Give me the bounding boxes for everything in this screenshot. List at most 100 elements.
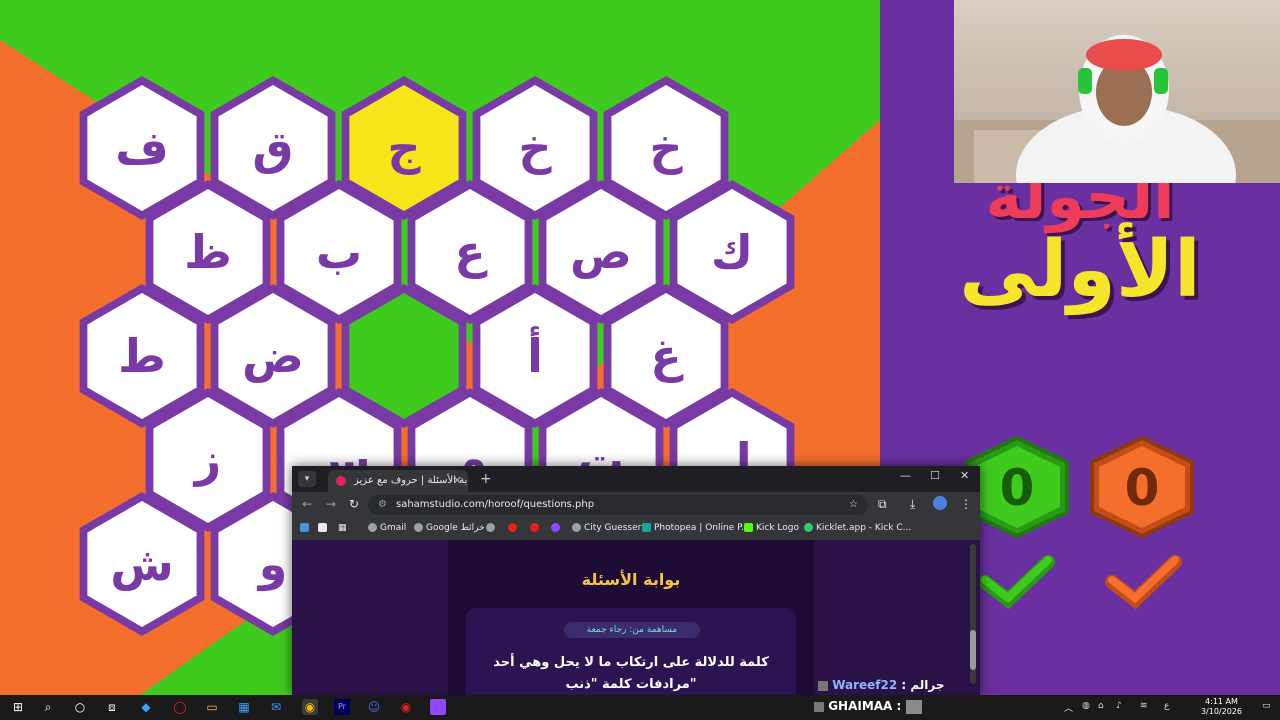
wifi-icon[interactable]: ≋ <box>1140 701 1148 711</box>
tab-title: بوابة الأسئلة | حروف مع عزيز <box>354 475 468 486</box>
mail-icon[interactable]: ✉ <box>268 699 284 715</box>
back-icon[interactable]: ← <box>302 497 312 511</box>
notifications-icon[interactable]: ▭ <box>1262 701 1271 711</box>
hex-letter: ع <box>454 225 488 279</box>
question-text: كلمة للدلالة على ارتكاب ما لا يحل وهي أح… <box>476 652 786 695</box>
hex-letter: ب <box>316 225 362 279</box>
chat-badge-icon <box>814 701 824 712</box>
apps-icon[interactable]: ▦ <box>338 523 347 533</box>
chat-line-1: Wareef22 : جرالم <box>818 678 945 692</box>
hex-letter: ج <box>387 121 421 175</box>
clock-date: 3/10/2026 <box>1200 707 1242 716</box>
chrome-icon[interactable]: ◉ <box>302 699 318 715</box>
search-icon[interactable]: ⌕ <box>40 699 56 715</box>
hex-letter: و <box>257 537 288 591</box>
hex-letter: خ <box>518 121 552 175</box>
chat-emote-icon <box>905 699 922 714</box>
opera-icon[interactable]: ◯ <box>172 699 188 715</box>
forward-icon[interactable]: → <box>326 497 336 511</box>
hex-letter: ظ <box>184 225 232 279</box>
reload-icon[interactable]: ↻ <box>349 497 359 511</box>
webcam-figure <box>954 35 1280 183</box>
bookmark-youtube-icon[interactable] <box>508 523 520 533</box>
download-icon[interactable]: ⤓ <box>910 497 915 512</box>
bookmark-folder-icon[interactable] <box>300 523 312 533</box>
browser-window: ▾ بوابة الأسئلة | حروف مع عزيز ✕ + — ☐ ✕… <box>292 466 980 695</box>
menu-icon[interactable]: ⋮ <box>960 497 972 511</box>
bookmark-globe-icon[interactable] <box>486 523 498 533</box>
maximize-icon[interactable]: ☐ <box>930 469 940 482</box>
site-info-icon[interactable]: ⚙ <box>378 495 387 515</box>
tab-bar: ▾ بوابة الأسئلة | حروف مع عزيز ✕ + — ☐ ✕ <box>292 466 980 492</box>
bookmark-google-maps[interactable]: Google خرائط <box>414 523 485 533</box>
question-card: مساهمة من: رجاء جمعة كلمة للدلالة على ار… <box>466 608 796 695</box>
discord-icon[interactable]: ☺ <box>366 699 382 715</box>
questions-panel: بوابة الأسئلة مساهمة من: رجاء جمعة كلمة … <box>448 540 814 695</box>
scrollbar-thumb[interactable] <box>970 630 976 670</box>
hex-letter: خ <box>649 121 683 175</box>
bookmark-label: Google خرائط <box>426 523 485 533</box>
clock-time: 4:11 AM <box>1205 697 1238 706</box>
bookmarks-bar: ▦ Gmail Google خرائط City Guesser Photop… <box>292 518 980 541</box>
calculator-icon[interactable]: ▦ <box>236 699 252 715</box>
taskbar: ⊞ ⌕ ○ ⧈ ◆ ◯ ▭ ▦ ✉ ◉ Pr ☺ ◉ GHAIMAA : ︿ ◍… <box>0 695 1280 720</box>
volume-icon[interactable]: ♪ <box>1116 701 1122 711</box>
network-icon[interactable]: ⌂ <box>1098 701 1104 711</box>
system-clock[interactable]: 4:11 AM 3/10/2026 <box>1201 697 1242 717</box>
file-explorer-icon[interactable]: ▭ <box>204 699 220 715</box>
tab-search-button[interactable]: ▾ <box>298 471 316 487</box>
minimize-icon[interactable]: — <box>900 469 911 482</box>
keyboard-language[interactable]: ع <box>1164 701 1169 711</box>
copilot-icon[interactable]: ◆ <box>138 699 154 715</box>
tray-chevron-icon[interactable]: ︿ <box>1064 701 1073 714</box>
bookmark-kicklet[interactable]: Kicklet.app - Kick C... <box>804 523 911 533</box>
bookmark-page-icon[interactable] <box>318 523 330 533</box>
bookmark-city-guesser[interactable]: City Guesser <box>572 523 641 533</box>
record-icon[interactable]: ◉ <box>398 699 414 715</box>
profile-avatar[interactable] <box>933 496 947 510</box>
bookmark-star-icon[interactable]: ☆ <box>849 495 858 515</box>
browser-tab[interactable]: بوابة الأسئلة | حروف مع عزيز ✕ <box>328 470 468 492</box>
extensions-icon[interactable]: ⧉ <box>878 497 887 512</box>
hex-letter: ض <box>242 329 304 383</box>
green-score-text: 0 <box>1000 459 1035 517</box>
chat-username: GHAIMAA <box>828 699 893 713</box>
chat-line-2: GHAIMAA : <box>814 699 922 714</box>
orange-score-text: 0 <box>1125 459 1160 517</box>
bookmark-youtube2-icon[interactable] <box>530 523 542 533</box>
bookmark-label: Kicklet.app - Kick C... <box>816 523 912 533</box>
bookmark-photopea[interactable]: Photopea | Online P... <box>642 523 750 533</box>
chat-message: : <box>896 699 902 713</box>
bookmark-twitch-icon[interactable] <box>551 523 563 533</box>
hex-letter: غ <box>650 329 684 383</box>
chat-message: : جرالم <box>901 678 945 692</box>
cortana-icon[interactable]: ○ <box>72 699 88 715</box>
headset-icon <box>1078 68 1092 94</box>
bookmark-gmail[interactable]: Gmail <box>368 523 406 533</box>
webcam-overlay <box>954 0 1280 183</box>
browser-toolbar: ← → ↻ ⚙ sahamstudio.com/horoof/questions… <box>292 492 980 518</box>
chat-badge-icon <box>818 680 828 691</box>
task-view-icon[interactable]: ⧈ <box>104 699 120 715</box>
tab-close-icon[interactable]: ✕ <box>453 470 462 492</box>
start-windows-icon[interactable]: ⊞ <box>10 699 26 715</box>
tray-app-icon[interactable]: ◍ <box>1082 701 1090 711</box>
game-icon[interactable] <box>430 699 446 715</box>
tab-favicon-icon <box>336 476 346 486</box>
hex-letter: ط <box>118 329 166 383</box>
new-tab-button[interactable]: + <box>480 470 492 488</box>
contributor-badge: مساهمة من: رجاء جمعة <box>564 622 700 638</box>
hex-letter: ص <box>570 225 632 279</box>
bookmark-label: Gmail <box>380 523 407 533</box>
question-line2: مرادفات كلمة "ذنب" <box>565 677 697 692</box>
bookmark-kick-logo[interactable]: Kick Logo <box>744 523 799 533</box>
scrollbar[interactable] <box>970 544 976 684</box>
orange-score-badge: 0 <box>1090 435 1194 539</box>
hex-letter: ز <box>193 433 221 487</box>
page-content: بوابة الأسئلة مساهمة من: رجاء جمعة كلمة … <box>292 540 980 695</box>
hex-letter: أ <box>527 326 543 383</box>
address-bar[interactable]: ⚙ sahamstudio.com/horoof/questions.php ☆ <box>368 495 868 515</box>
hex-letter: ش <box>110 537 173 591</box>
close-window-icon[interactable]: ✕ <box>960 469 969 482</box>
premiere-icon[interactable]: Pr <box>334 699 350 715</box>
